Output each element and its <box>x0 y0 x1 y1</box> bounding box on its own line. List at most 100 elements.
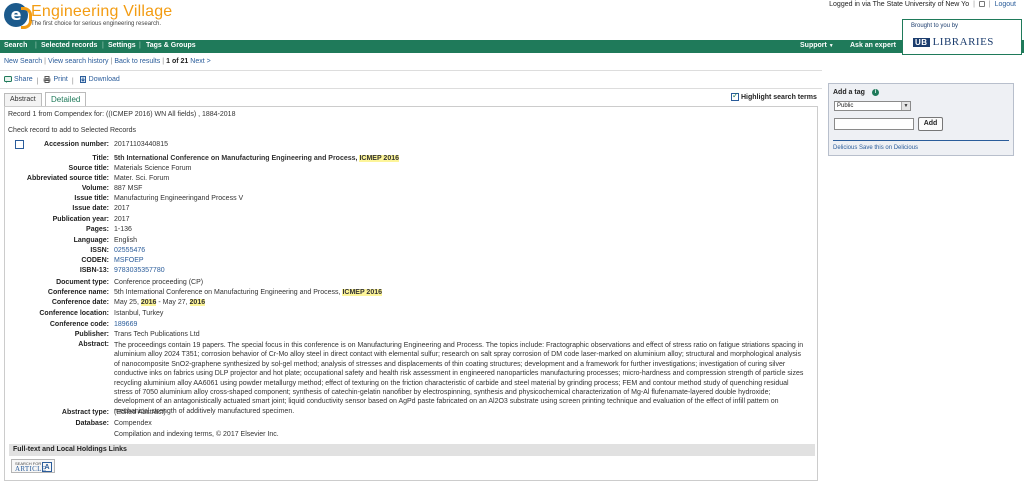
info-icon[interactable]: i <box>872 89 879 96</box>
support-label: Support <box>800 42 827 49</box>
field-label: Conference location: <box>39 310 109 317</box>
separator: | <box>139 42 141 49</box>
field-label: Conference name: <box>47 289 109 296</box>
divider <box>833 140 1009 141</box>
abstract-text: The proceedings contain 19 papers. The s… <box>114 342 804 415</box>
field-label: ISSN: <box>90 247 109 254</box>
share-action[interactable]: Share <box>4 76 33 83</box>
conf-date-end: - May 27, <box>158 299 188 306</box>
field-value: 9783035357780 <box>114 267 806 274</box>
help-icon[interactable] <box>978 1 985 8</box>
download-link[interactable]: Download <box>89 76 120 83</box>
separator: | <box>988 1 991 8</box>
field-label: CODEN: <box>81 257 109 264</box>
new-search-link[interactable]: New Search <box>4 58 42 65</box>
print-action[interactable]: Print <box>43 76 68 83</box>
library-name: LIBRARIES <box>932 36 994 48</box>
highlight-checkbox[interactable] <box>731 91 739 101</box>
field-label: ISBN-13: <box>79 267 109 274</box>
next-link[interactable]: Next > <box>190 58 210 65</box>
title-text: 5th International Conference on Manufact… <box>114 155 358 162</box>
field-label: Issue title: <box>74 195 109 202</box>
select-record-checkbox[interactable] <box>15 140 24 149</box>
download-icon <box>79 76 86 83</box>
divider <box>0 88 822 89</box>
field-label: Abstract: <box>78 341 109 348</box>
separator: | <box>71 78 74 85</box>
app-tagline: The first choice for serious engineering… <box>31 21 162 27</box>
breadcrumb: New Search | View search history | Back to r… <box>4 58 211 65</box>
add-tag-button[interactable]: Add <box>918 117 943 131</box>
delicious-link[interactable]: Delicious <box>833 145 857 151</box>
field-value: May 25, 2016 - May 27, 2016 <box>114 299 806 306</box>
separator: | <box>110 58 113 65</box>
logout-link[interactable]: Logout <box>995 1 1016 8</box>
field-label: Document type: <box>56 279 109 286</box>
field-value: (Edited Abstract) <box>114 409 166 416</box>
back-results-link[interactable]: Back to results <box>114 58 160 65</box>
search-term-highlight: ICMEP 2016 <box>359 155 399 162</box>
separator: | <box>36 78 39 85</box>
app-title[interactable]: Engineering Village <box>31 3 172 21</box>
field-label: Title: <box>92 155 109 162</box>
field-label: Database: <box>75 420 109 427</box>
add-tag-title: Add a tag <box>833 89 865 96</box>
download-action[interactable]: Download <box>79 76 120 83</box>
conf-code-link[interactable]: 189669 <box>114 321 137 328</box>
delicious-links: Delicious Save this on Delicious <box>833 145 918 151</box>
nav-selected-records[interactable]: Selected records <box>41 42 97 49</box>
header: e Engineering Village The first choice f… <box>0 0 1024 55</box>
issn-link[interactable]: 02555476 <box>114 247 145 254</box>
record-summary: Record 1 from Compendex for: ((ICMEP 201… <box>8 111 236 118</box>
field-label: Language: <box>73 237 109 244</box>
tab-abstract[interactable]: Abstract <box>4 93 42 106</box>
logged-in-text: Logged in via The State University of Ne… <box>829 1 970 8</box>
separator: | <box>162 58 165 65</box>
tag-input[interactable] <box>834 118 914 130</box>
coden-link[interactable]: MSFOEP <box>114 257 144 264</box>
field-label: Conference code: <box>49 321 109 328</box>
field-value: 1-136 <box>114 226 132 233</box>
field-value: 20171103440815 <box>114 141 168 148</box>
divider <box>0 70 822 71</box>
view-history-link[interactable]: View search history <box>48 58 109 65</box>
field-value: Conference proceeding (CP) <box>114 279 204 286</box>
field-value: 02555476 <box>114 247 806 254</box>
field-value: Trans Tech Publications Ltd <box>114 331 200 338</box>
ev-logo-icon[interactable]: e <box>4 3 32 29</box>
isbn-link[interactable]: 9783035357780 <box>114 267 165 274</box>
ub-mark: UB <box>913 38 930 47</box>
field-label: Pages: <box>86 226 109 233</box>
field-value: 189669 <box>114 321 806 328</box>
nav-support[interactable]: Support ▼ <box>800 42 834 49</box>
select-instruction: Check record to add to Selected Records <box>8 127 137 134</box>
search-for-article-button[interactable]: SEARCH FOR ARTICLE A <box>11 459 55 473</box>
field-label: Issue date: <box>72 205 109 212</box>
separator: | <box>102 42 104 49</box>
library-logo: UB LIBRARIES <box>913 36 994 48</box>
main-nav: Search | Selected records | Settings | T… <box>0 40 1024 53</box>
share-icon <box>4 76 12 83</box>
highlight-toggle[interactable]: Highlight search terms <box>731 91 817 101</box>
save-delicious-link[interactable]: Save this on Delicious <box>859 145 918 151</box>
search-term-highlight: 2016 <box>140 299 157 306</box>
add-tag-panel: Add a tag i Public ▼ Add Delicious Save … <box>828 83 1014 156</box>
field-value: English <box>114 237 137 244</box>
tag-visibility-select[interactable]: Public ▼ <box>834 101 911 111</box>
field-label: Publication year: <box>52 216 109 223</box>
nav-ask-expert[interactable]: Ask an expert <box>850 42 896 49</box>
nav-tags-groups[interactable]: Tags & Groups <box>146 42 196 49</box>
share-link[interactable]: Share <box>14 76 33 83</box>
print-link[interactable]: Print <box>53 76 67 83</box>
field-value: 887 MSF <box>114 185 143 192</box>
field-value: 5th International Conference on Manufact… <box>114 289 806 296</box>
tab-detailed[interactable]: Detailed <box>45 92 87 107</box>
field-label: Accession number: <box>44 141 109 148</box>
highlight-label: Highlight search terms <box>741 93 817 101</box>
print-icon <box>43 76 51 83</box>
copyright-text: Compilation and indexing terms, © 2017 E… <box>114 431 279 438</box>
nav-search[interactable]: Search <box>4 42 27 49</box>
account-bar: Logged in via The State University of Ne… <box>829 1 1016 8</box>
nav-settings[interactable]: Settings <box>108 42 136 49</box>
library-branding[interactable]: Brought to you by UB LIBRARIES <box>902 19 1022 55</box>
